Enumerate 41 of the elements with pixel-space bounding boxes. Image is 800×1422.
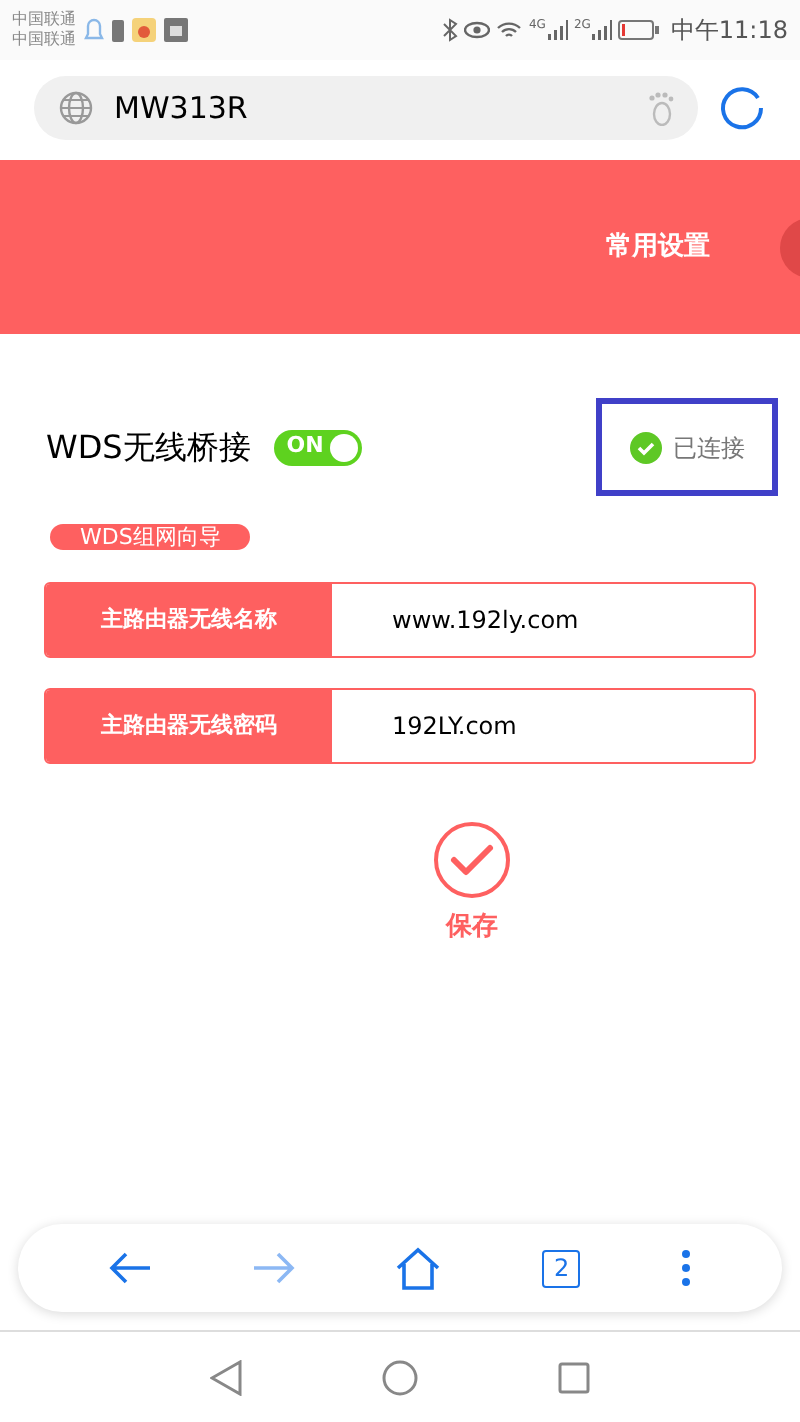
field-value: www.192ly.com	[390, 604, 581, 638]
back-triangle-icon[interactable]	[210, 1359, 242, 1395]
carrier-name: 中国联通	[12, 30, 76, 50]
toggle-knob	[330, 433, 359, 461]
carrier-name: 中国联通	[12, 10, 76, 30]
battery-icon	[618, 20, 661, 40]
url-text: MW313R	[114, 87, 250, 130]
field-label: 主路由器无线名称	[46, 584, 332, 656]
home-icon[interactable]	[394, 1246, 443, 1290]
globe-icon	[58, 90, 94, 126]
save-button[interactable]: 保存	[432, 820, 512, 947]
refresh-icon[interactable]	[718, 84, 766, 132]
menu-item[interactable]: 常用设置	[606, 227, 710, 267]
address-field[interactable]: MW313R	[34, 76, 698, 140]
app-icon	[132, 18, 156, 42]
wds-label: WDS无线桥接	[46, 425, 251, 469]
guide-badge: WDS组网向导	[50, 524, 251, 550]
toggle-label: ON	[286, 430, 324, 463]
more-icon[interactable]	[680, 1248, 693, 1288]
forward-arrow-icon[interactable]	[251, 1250, 296, 1286]
back-arrow-icon[interactable]	[107, 1250, 152, 1286]
tabs-button[interactable]: 2	[542, 1249, 581, 1287]
field-label: 主路由器无线密码	[46, 690, 332, 762]
clock-time: 中午11:18	[670, 14, 788, 48]
battery-alert-icon	[112, 18, 124, 42]
recents-square-icon[interactable]	[558, 1361, 590, 1393]
field-value: 192LY.com	[390, 710, 519, 744]
wifi-icon	[496, 20, 523, 40]
check-circle-icon	[629, 431, 661, 463]
input-field[interactable]: 主路由器无线密码 192LY.com	[44, 688, 756, 764]
signal-icon	[547, 20, 568, 40]
bell-icon	[84, 18, 104, 42]
input-field[interactable]: 主路由器无线名称 www.192ly.com	[44, 582, 756, 658]
app-icon	[164, 18, 188, 42]
home-circle-icon[interactable]	[382, 1359, 418, 1395]
footprint-icon	[646, 90, 674, 126]
signal-icon	[592, 20, 613, 40]
eye-icon	[464, 20, 491, 40]
connection-status: 已连接	[673, 431, 745, 465]
bluetooth-icon	[442, 18, 459, 42]
check-circle-icon	[432, 820, 512, 900]
